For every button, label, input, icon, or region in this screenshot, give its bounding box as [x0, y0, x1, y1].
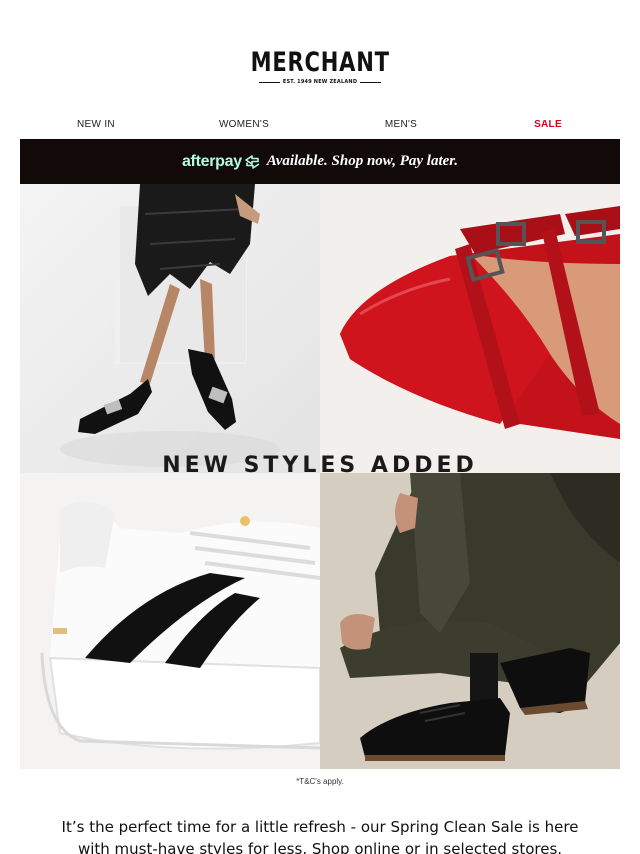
afterpay-message: Available. Shop now, Pay later.: [266, 153, 459, 169]
sneaker-tile[interactable]: [20, 473, 320, 769]
afterpay-banner[interactable]: afterpay Available. Shop now, Pay later.: [20, 139, 620, 184]
womens-heels-tile[interactable]: [20, 184, 320, 473]
nav-sale[interactable]: SALE: [534, 119, 562, 130]
afterpay-logo: afterpay: [182, 153, 261, 171]
red-patent-buckle-pump-image: [320, 184, 620, 473]
nav-womens[interactable]: WOMEN'S: [219, 119, 269, 130]
hero-title: NEW STYLES ADDED: [162, 453, 478, 478]
rule-line-right: [360, 81, 382, 83]
afterpay-arrows-icon: [244, 154, 260, 169]
womens-black-buckle-heels-image: [20, 184, 320, 473]
intro-paragraph: It’s the perfect time for a little refre…: [61, 818, 579, 854]
mens-black-derby-shoes-image: [320, 473, 620, 769]
main-nav: NEW IN WOMEN'S MEN'S SALE: [20, 119, 620, 133]
nav-mens[interactable]: MEN'S: [385, 119, 417, 130]
mens-shoes-tile[interactable]: [320, 473, 620, 769]
brand-logo[interactable]: MERCHANT EST. 1949 NEW ZEALAND: [0, 47, 640, 86]
hero-collage[interactable]: NEW STYLES ADDED: [20, 184, 620, 769]
terms-note[interactable]: *T&C's apply.: [0, 777, 640, 786]
rule-line-left: [259, 81, 280, 83]
nav-new-in[interactable]: NEW IN: [77, 119, 115, 130]
white-black-sneaker-image: [20, 473, 320, 769]
brand-name: MERCHANT: [250, 47, 390, 78]
red-pump-tile[interactable]: [320, 184, 620, 473]
brand-rule: EST. 1949 NEW ZEALAND: [259, 79, 382, 85]
brand-tagline: EST. 1949 NEW ZEALAND: [282, 79, 358, 85]
afterpay-logo-text: afterpay: [181, 152, 242, 170]
